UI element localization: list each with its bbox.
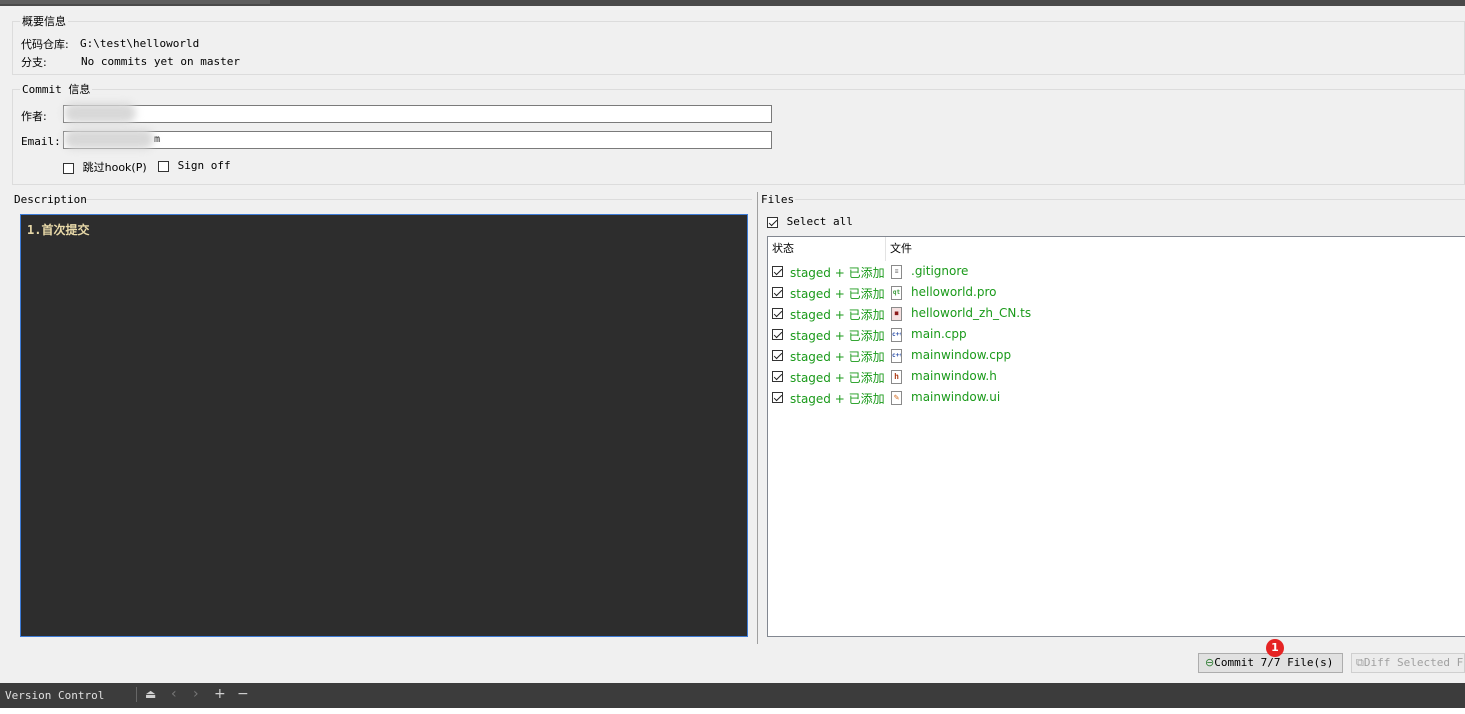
row-checkbox[interactable] bbox=[772, 392, 783, 403]
email-redaction bbox=[64, 129, 154, 149]
email-input[interactable]: m bbox=[63, 129, 772, 149]
row-checkbox[interactable] bbox=[772, 266, 783, 277]
branch-value: No commits yet on master bbox=[81, 55, 240, 68]
zoom-out-icon[interactable]: − bbox=[237, 686, 249, 702]
row-filename: main.cpp bbox=[911, 327, 967, 341]
author-label: 作者: bbox=[21, 110, 47, 123]
cpp-file-icon: c++ bbox=[891, 328, 902, 342]
table-row[interactable]: staged + 已添加 ✎ mainwindow.ui bbox=[768, 388, 1465, 409]
files-label: Files bbox=[761, 193, 795, 206]
translation-file-icon: ■ bbox=[891, 307, 902, 321]
filter-icon[interactable]: ⏏ bbox=[145, 687, 156, 701]
diff-icon: ⧉ bbox=[1356, 656, 1364, 669]
row-status: staged + 已添加 bbox=[790, 308, 885, 322]
select-all-option[interactable]: Select all bbox=[767, 215, 853, 228]
commit-info-legend: Commit 信息 bbox=[20, 81, 93, 97]
description-editor[interactable]: 1.首次提交 bbox=[20, 214, 748, 637]
commit-icon: ⊖ bbox=[1205, 656, 1215, 669]
zoom-in-icon[interactable]: + bbox=[214, 686, 226, 702]
header-file-icon: h bbox=[891, 370, 902, 384]
summary-legend: 概要信息 bbox=[20, 13, 68, 29]
window-tab-strip bbox=[0, 0, 270, 4]
table-row[interactable]: staged + 已添加 h mainwindow.h bbox=[768, 367, 1465, 388]
table-row[interactable]: staged + 已添加 qt helloworld.pro bbox=[768, 283, 1465, 304]
previous-icon[interactable]: ‹ bbox=[171, 686, 177, 702]
row-status: staged + 已添加 bbox=[790, 266, 885, 280]
row-status: staged + 已添加 bbox=[790, 392, 885, 406]
row-filename: mainwindow.cpp bbox=[911, 348, 1012, 362]
description-text: 1.首次提交 bbox=[27, 223, 90, 237]
author-input[interactable] bbox=[63, 103, 772, 123]
skip-hook-option[interactable]: 跳过hook(P) bbox=[63, 159, 147, 175]
row-checkbox[interactable] bbox=[772, 308, 783, 319]
version-control-title: Version Control bbox=[5, 689, 105, 702]
sign-off-option[interactable]: Sign off bbox=[158, 159, 231, 172]
diff-button-label: Diff Selected Fi bbox=[1363, 656, 1465, 669]
skip-hook-checkbox[interactable] bbox=[63, 162, 74, 174]
window-top-strip bbox=[0, 0, 1465, 6]
diff-selected-button[interactable]: ⧉Diff Selected Fi bbox=[1351, 653, 1465, 673]
repo-value: G:\test\helloworld bbox=[80, 37, 200, 50]
sign-off-label: Sign off bbox=[177, 159, 231, 172]
table-row[interactable]: staged + 已添加 ■ helloworld_zh_CN.ts bbox=[768, 304, 1465, 325]
sign-off-checkbox[interactable] bbox=[158, 160, 169, 172]
row-filename: helloworld_zh_CN.ts bbox=[911, 306, 1032, 320]
toolbar-separator bbox=[136, 687, 137, 702]
row-checkbox[interactable] bbox=[772, 371, 783, 382]
table-row[interactable]: staged + 已添加 ≡ .gitignore bbox=[768, 262, 1465, 283]
row-status: staged + 已添加 bbox=[790, 329, 885, 343]
row-checkbox[interactable] bbox=[772, 287, 783, 298]
commit-info-legend-prefix: Commit bbox=[22, 83, 62, 96]
select-all-checkbox[interactable] bbox=[767, 216, 778, 228]
next-icon[interactable]: › bbox=[193, 686, 199, 702]
branch-label: 分支: bbox=[21, 56, 47, 69]
ui-form-icon: ✎ bbox=[891, 391, 902, 405]
email-label: Email: bbox=[21, 135, 61, 148]
email-value: m bbox=[154, 134, 161, 145]
table-row[interactable]: staged + 已添加 c++ main.cpp bbox=[768, 325, 1465, 346]
repo-label: 代码仓库: bbox=[21, 38, 69, 51]
column-divider[interactable] bbox=[885, 237, 886, 261]
cpp-file-icon: c++ bbox=[891, 349, 902, 363]
row-checkbox[interactable] bbox=[772, 350, 783, 361]
qt-project-icon: qt bbox=[891, 286, 902, 300]
row-status: staged + 已添加 bbox=[790, 287, 885, 301]
description-header-line bbox=[82, 199, 752, 200]
row-status: staged + 已添加 bbox=[790, 350, 885, 364]
commit-button-label: Commit 7/7 File(s) bbox=[1214, 656, 1334, 669]
row-filename: mainwindow.ui bbox=[911, 390, 1001, 404]
select-all-label: Select all bbox=[786, 215, 853, 228]
skip-hook-label: 跳过hook(P) bbox=[82, 161, 147, 174]
row-filename: mainwindow.h bbox=[911, 369, 997, 383]
files-table: 状态 文件 staged + 已添加 ≡ .gitignore staged +… bbox=[767, 236, 1465, 637]
panel-splitter[interactable] bbox=[757, 192, 758, 644]
author-redaction bbox=[64, 103, 136, 123]
row-checkbox[interactable] bbox=[772, 329, 783, 340]
log-output bbox=[0, 708, 1465, 714]
row-status: staged + 已添加 bbox=[790, 371, 885, 385]
column-header-status[interactable]: 状态 bbox=[772, 237, 794, 261]
row-filename: helloworld.pro bbox=[911, 285, 997, 299]
commit-info-legend-suffix: 信息 bbox=[68, 83, 91, 96]
row-filename: .gitignore bbox=[911, 264, 969, 278]
notification-badge: 1 bbox=[1266, 639, 1284, 657]
version-control-panel: Version Control ⏏ ‹ › + − bbox=[0, 683, 1465, 714]
description-label: Description bbox=[14, 193, 87, 206]
text-file-icon: ≡ bbox=[891, 265, 902, 279]
column-header-file[interactable]: 文件 bbox=[890, 237, 912, 261]
files-header-line bbox=[795, 199, 1465, 200]
table-row[interactable]: staged + 已添加 c++ mainwindow.cpp bbox=[768, 346, 1465, 367]
